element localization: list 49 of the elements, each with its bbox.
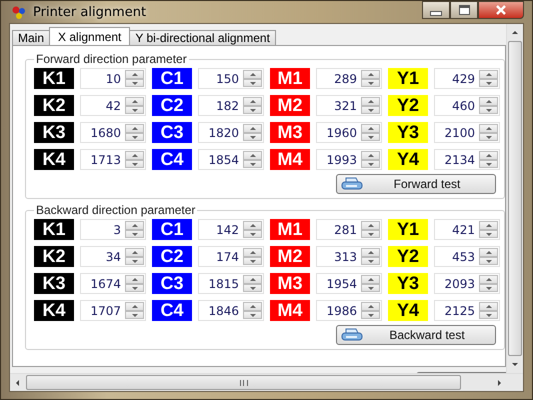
group-title: Backward direction parameter xyxy=(35,203,196,217)
channel-label: K2 xyxy=(34,246,74,267)
channel-label: M2 xyxy=(270,95,310,116)
channel-label: K2 xyxy=(34,95,74,116)
channel-label: K3 xyxy=(34,122,74,143)
channel-label: Y1 xyxy=(388,68,428,89)
channel-label: C2 xyxy=(152,95,192,116)
channel-label: M3 xyxy=(270,273,310,294)
printer-icon xyxy=(341,177,363,191)
channel-label: C3 xyxy=(152,122,192,143)
channel-label: C3 xyxy=(152,273,192,294)
channel-label: K1 xyxy=(34,68,74,89)
group-title: Forward direction parameter xyxy=(35,52,188,66)
test-button[interactable]: Backward test xyxy=(336,325,496,345)
channel-label: Y2 xyxy=(388,246,428,267)
channel-label: Y2 xyxy=(388,95,428,116)
channel-label: M4 xyxy=(270,149,310,170)
printer-icon xyxy=(341,328,363,342)
tab[interactable]: Y bi-directional alignment xyxy=(129,30,276,45)
test-button[interactable]: Forward test xyxy=(336,174,496,194)
tab[interactable]: X alignment xyxy=(49,27,130,45)
minimize-button[interactable] xyxy=(422,1,450,19)
channel-label: M4 xyxy=(270,300,310,321)
channel-label: K4 xyxy=(34,149,74,170)
maximize-button[interactable] xyxy=(450,1,478,19)
channel-label: Y4 xyxy=(388,300,428,321)
channel-label: Y4 xyxy=(388,149,428,170)
channel-label: M1 xyxy=(270,68,310,89)
channel-label: C1 xyxy=(152,219,192,240)
horizontal-scrollbar[interactable] xyxy=(10,373,523,391)
channel-label: Y1 xyxy=(388,219,428,240)
close-icon xyxy=(495,5,507,15)
channel-label: M1 xyxy=(270,219,310,240)
channel-label: Y3 xyxy=(388,122,428,143)
channel-label: C1 xyxy=(152,68,192,89)
vertical-scrollbar[interactable] xyxy=(506,24,523,373)
channel-label: K3 xyxy=(34,273,74,294)
window-title: Printer alignment xyxy=(33,4,146,20)
channel-label: C4 xyxy=(152,300,192,321)
channel-label: M2 xyxy=(270,246,310,267)
tab[interactable]: Main xyxy=(12,30,50,45)
channel-label: Y3 xyxy=(388,273,428,294)
app-icon xyxy=(11,4,27,20)
channel-label: M3 xyxy=(270,122,310,143)
close-button[interactable] xyxy=(478,1,524,19)
channel-label: C2 xyxy=(152,246,192,267)
channel-label: C4 xyxy=(152,149,192,170)
channel-label: K4 xyxy=(34,300,74,321)
channel-label: K1 xyxy=(34,219,74,240)
